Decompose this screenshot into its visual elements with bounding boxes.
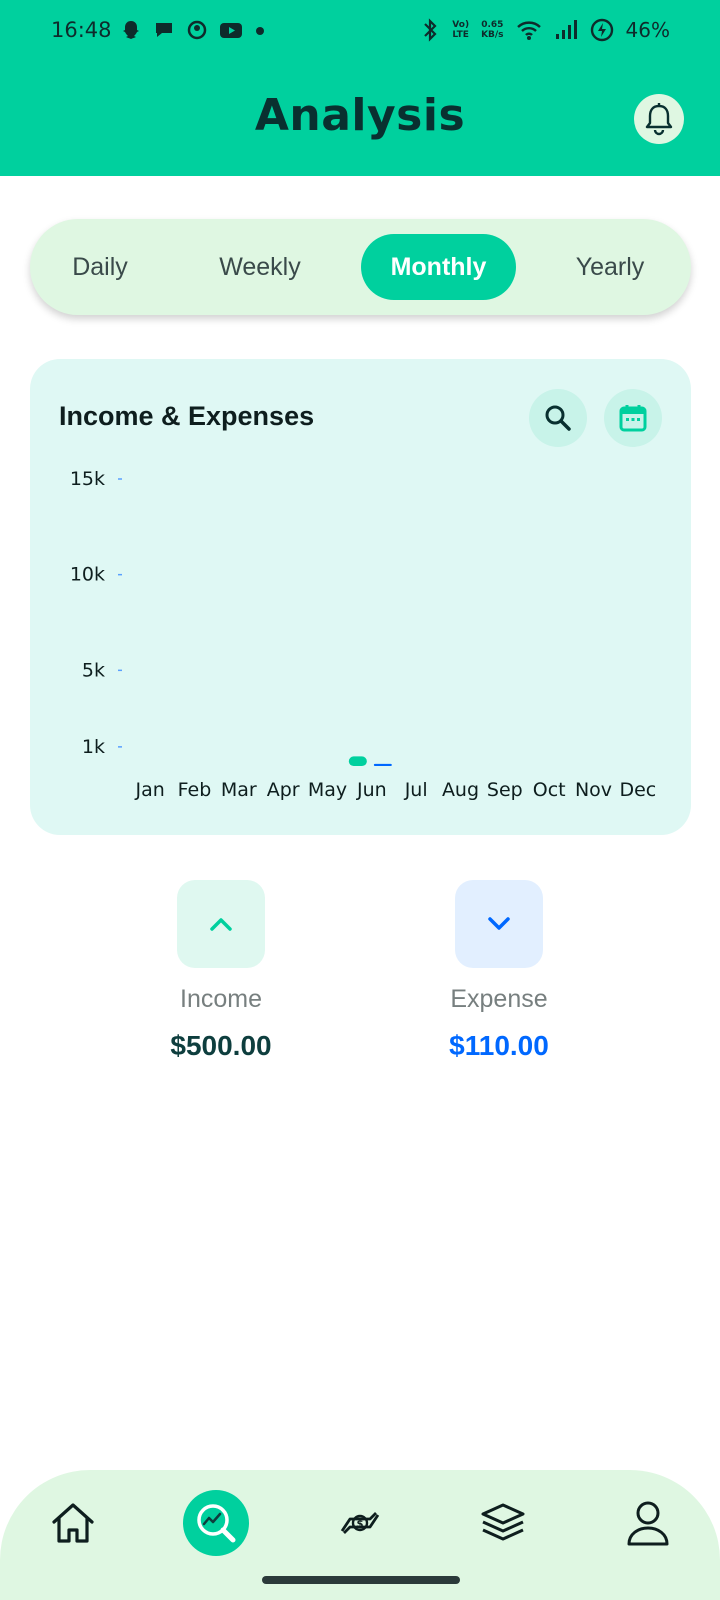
svg-text:$: $ [357, 1519, 364, 1530]
profile-icon [627, 1501, 669, 1546]
battery-icon [590, 18, 613, 42]
chevron-up-icon [210, 918, 232, 931]
x-tick-label: Mar [221, 779, 257, 801]
bell-icon [645, 103, 673, 136]
network-speed-value: 0.65 [481, 20, 504, 30]
snapchat-icon [123, 21, 139, 39]
status-left-icons [120, 18, 266, 42]
period-tabs: Daily Weekly Monthly Yearly [30, 219, 691, 315]
x-tick-label: Jan [135, 779, 165, 801]
bluetooth-icon [424, 18, 437, 42]
tab-daily[interactable]: Daily [40, 234, 160, 300]
network-speed-unit: KB/s [481, 30, 504, 40]
expense-bar [373, 763, 392, 766]
x-tick-label: Feb [178, 779, 212, 801]
home-indicator[interactable] [262, 1576, 460, 1584]
signal-icon [555, 20, 577, 39]
x-tick-label: Dec [619, 779, 656, 801]
y-tick-label: 10k [70, 564, 105, 586]
nav-home[interactable] [40, 1490, 106, 1556]
tab-yearly[interactable]: Yearly [540, 234, 680, 300]
page-title: Analysis [254, 90, 466, 141]
x-tick-label: Sep [487, 779, 523, 801]
volte-bottom: LTE [452, 30, 469, 40]
income-value: $500.00 [170, 1030, 272, 1061]
x-tick-label: Oct [533, 779, 566, 801]
y-tick-label: 15k [70, 468, 105, 490]
battery-percent: 46% [625, 18, 670, 42]
x-tick-label: Jun [356, 779, 387, 801]
network-speed: 0.65 KB/s [481, 20, 503, 40]
x-tick-label: May [308, 779, 347, 801]
volte-top: Vo) [452, 20, 470, 30]
x-tick-label: Aug [442, 779, 479, 801]
nav-profile[interactable] [615, 1490, 681, 1556]
income-indicator [177, 880, 265, 968]
dot-icon [256, 27, 264, 35]
income-expenses-card: Income & Expenses 15k 10k 5k 1k Jan Feb Mar Apr… [30, 359, 691, 835]
analysis-icon [197, 1504, 236, 1543]
expense-indicator [455, 880, 543, 968]
chat-icon [156, 23, 172, 37]
expense-label: Expense [450, 985, 548, 1013]
x-tick-label: Apr [267, 779, 300, 801]
income-label: Income [180, 985, 262, 1013]
status-right-icons: Vo) LTE 0.65 KB/s 46% [420, 14, 670, 46]
nav-analysis[interactable] [183, 1490, 249, 1556]
wifi-icon [516, 21, 541, 40]
tab-weekly[interactable]: Weekly [190, 234, 330, 300]
x-tick-label: Nov [575, 779, 612, 801]
nav-categories[interactable] [470, 1490, 536, 1556]
income-expenses-chart: 15k 10k 5k 1k Jan Feb Mar Apr May Jun Jul Aug Sep Oct… [70, 468, 656, 801]
categories-icon [481, 1503, 525, 1541]
app-header: 16:48 Vo) LTE 0.65 KB/s 46% Analysis [0, 0, 720, 176]
x-tick-label: Jul [404, 779, 428, 801]
status-bar: 16:48 Vo) LTE 0.65 KB/s 46% [0, 0, 720, 62]
youtube-icon [220, 23, 242, 38]
chevron-down-icon [488, 917, 510, 930]
tab-monthly[interactable]: Monthly [361, 234, 516, 300]
y-tick-label: 1k [82, 736, 105, 758]
status-time: 16:48 [51, 18, 112, 42]
home-icon [52, 1503, 94, 1543]
transactions-icon: $ [340, 1512, 380, 1534]
notification-button[interactable] [634, 94, 684, 144]
volte-icon: Vo) LTE [452, 20, 469, 40]
y-tick-label: 5k [82, 659, 105, 681]
nav-transactions[interactable]: $ [327, 1490, 393, 1556]
income-bar [348, 756, 367, 766]
app-icon [187, 20, 207, 40]
expense-value: $110.00 [449, 1030, 549, 1061]
